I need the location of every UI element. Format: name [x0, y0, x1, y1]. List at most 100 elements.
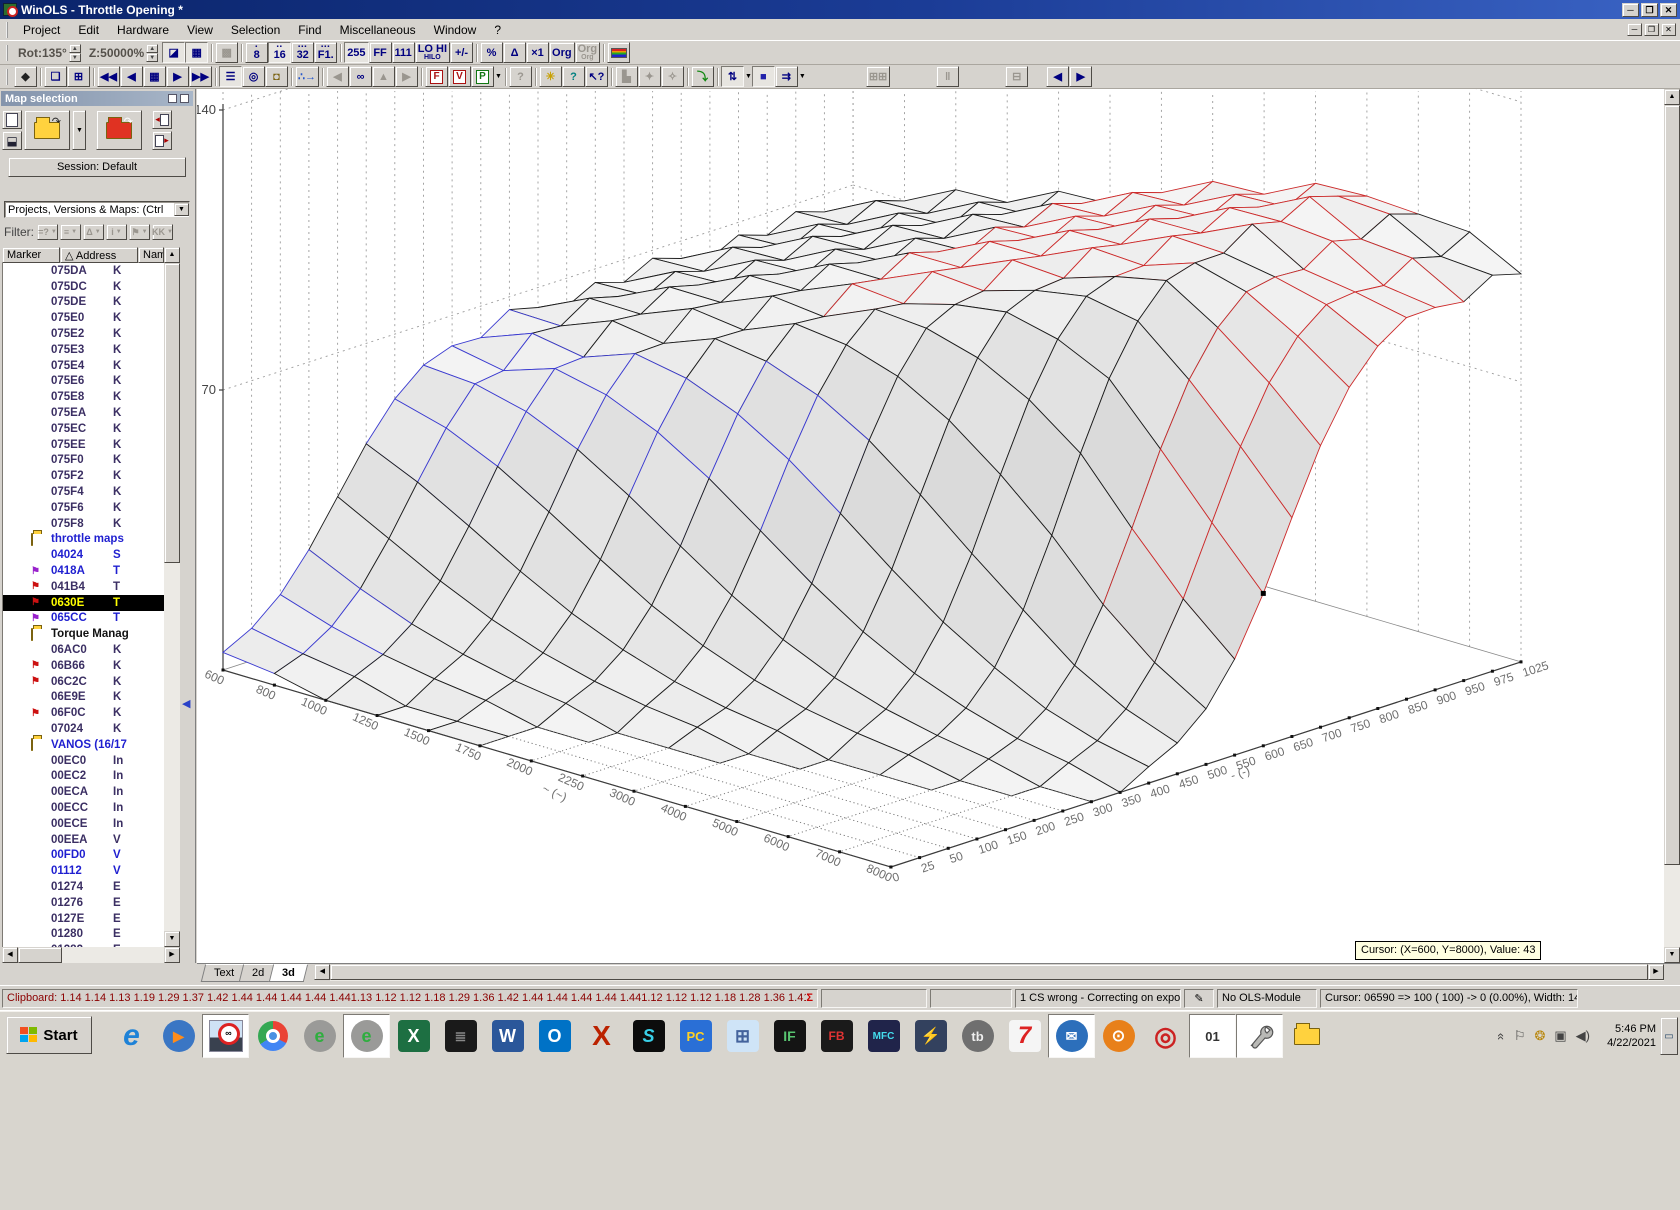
menu-find[interactable]: Find [289, 21, 330, 39]
export-file-icon[interactable]: ⤵ [691, 66, 714, 87]
map-row[interactable]: 00EC2In [3, 769, 164, 785]
map-row[interactable]: 075E0K [3, 310, 164, 326]
pack-project-icon[interactable]: ◘ [265, 66, 288, 87]
map-wizard-icon[interactable]: ✦ [638, 66, 661, 87]
taskbar-pc-icon[interactable]: PC [672, 1014, 719, 1058]
map-row[interactable]: 06E9EK [3, 690, 164, 706]
plot-scroll-thumb[interactable] [1664, 105, 1680, 865]
taskbar-flash-chip-icon[interactable]: FB [813, 1014, 860, 1058]
menu-miscellaneous[interactable]: Miscellaneous [331, 21, 425, 39]
taskbar-explorer-icon[interactable] [1283, 1014, 1330, 1058]
map-row[interactable]: 075DEK [3, 295, 164, 311]
taskbar-car-tuning-icon[interactable]: ⚡ [907, 1014, 954, 1058]
taskbar-tb-icon[interactable]: tb [954, 1014, 1001, 1058]
taskbar-calculator-icon[interactable]: ⊞ [719, 1014, 766, 1058]
map-row[interactable]: 075F2K [3, 468, 164, 484]
map-compare-icon[interactable]: ✧ [661, 66, 684, 87]
menu-selection[interactable]: Selection [222, 21, 289, 39]
taskbar-tuner-b-icon[interactable]: e [343, 1014, 390, 1058]
last-map-icon[interactable]: ▶▶ [189, 66, 212, 87]
tab-3d[interactable]: 3d [269, 964, 308, 982]
plot-horizontal-scrollbar[interactable]: ▶ [330, 964, 1664, 981]
map-row[interactable]: 04024S [3, 547, 164, 563]
map-row[interactable]: 075E4K [3, 358, 164, 374]
menu-view[interactable]: View [178, 21, 222, 39]
window-tile-icon[interactable]: ⊞ [67, 66, 90, 87]
map-row[interactable]: 06AC0K [3, 642, 164, 658]
map-row[interactable]: 075F6K [3, 500, 164, 516]
menu-window[interactable]: Window [425, 21, 486, 39]
chevron-down-icon[interactable]: ▼ [174, 203, 189, 216]
taskbar-signature-icon[interactable]: S [625, 1014, 672, 1058]
version-out-button[interactable]: ▸ [152, 131, 172, 150]
map-row[interactable]: 075E6K [3, 374, 164, 390]
map-row[interactable]: 01280E [3, 926, 164, 942]
taskbar-target-icon[interactable]: ◎ [1142, 1014, 1189, 1058]
taskbar-ie-icon[interactable]: e [108, 1014, 155, 1058]
scope-dropdown[interactable]: Projects, Versions & Maps: (Ctrl ▼ [4, 201, 190, 218]
map-row[interactable]: 075E8K [3, 389, 164, 405]
map-row[interactable]: 075F4K [3, 484, 164, 500]
map-row[interactable]: 00ECAIn [3, 784, 164, 800]
menu-[interactable]: ? [485, 21, 510, 39]
taskbar-winols-icon[interactable] [202, 1014, 249, 1058]
map-row[interactable]: ⚑06B66K [3, 658, 164, 674]
tray-volume-icon[interactable]: ◀) [1576, 1028, 1590, 1044]
display-percent-icon[interactable]: % [480, 42, 503, 63]
row-order-icon-dropdown[interactable]: ▼ [745, 73, 752, 80]
map-row[interactable]: 00EEAV [3, 832, 164, 848]
menu-hardware[interactable]: Hardware [108, 21, 178, 39]
map-overview-icon[interactable]: ▦ [143, 66, 166, 87]
map-row[interactable]: 075E3K [3, 342, 164, 358]
taskbar-mediaplayer-icon[interactable]: ▶ [155, 1014, 202, 1058]
taskbar-clock[interactable]: 5:46 PM 4/22/2021 [1607, 1017, 1656, 1055]
list-vertical-scrollbar[interactable]: ▼ [164, 263, 180, 947]
view-hexdump-icon[interactable]: F [425, 66, 448, 87]
mdi-restore-button[interactable]: ❐ [1644, 23, 1659, 36]
first-map-icon[interactable]: ◀◀ [97, 66, 120, 87]
find-next-icon[interactable]: ▶ [395, 66, 418, 87]
previous-window-icon[interactable]: ◀ [1046, 66, 1069, 87]
map-row[interactable]: ⚑0418AT [3, 563, 164, 579]
tray-network-icon[interactable]: ▣ [1554, 1028, 1566, 1044]
taskbar-seven-icon[interactable]: 7 [1001, 1014, 1048, 1058]
map-3d-view[interactable]: 7014060080010001250150017502000225030004… [197, 89, 1664, 963]
plot-hscroll-thumb[interactable] [330, 964, 1648, 980]
map-row[interactable]: 00EC0In [3, 753, 164, 769]
color-scale-icon[interactable] [607, 42, 630, 63]
display-factor-icon[interactable]: ×1 [526, 42, 549, 63]
rotation-field[interactable]: Rot:135° ▲▼ [16, 43, 83, 63]
preview-window-icon[interactable]: ◎ [242, 66, 265, 87]
matrix-view-icon[interactable]: ▩ [215, 42, 238, 63]
plot-scroll-up-icon[interactable]: ▲ [1664, 89, 1680, 105]
view-2d-grid-icon[interactable]: ▦ [185, 42, 208, 63]
close-button[interactable]: ✕ [1660, 3, 1677, 17]
column-header-marker[interactable]: Marker [2, 247, 60, 263]
taskbar-chip-icon[interactable]: ≣ [437, 1014, 484, 1058]
map-row[interactable]: 075EAK [3, 405, 164, 421]
filter-equals-icon[interactable]: =?▼ [37, 224, 58, 240]
map-row[interactable]: ⚑065CCT [3, 611, 164, 627]
open-project-dropdown[interactable]: ▼ [72, 110, 86, 150]
map-row[interactable]: 07024K [3, 721, 164, 737]
tab-scroll-right-icon[interactable]: ▶ [1648, 964, 1664, 980]
column-header-address[interactable]: △ Address [60, 247, 138, 263]
context-help-icon[interactable]: ? [562, 66, 585, 87]
tray-expand-icon[interactable]: « [1494, 1032, 1509, 1039]
map-row[interactable]: 00ECEIn [3, 816, 164, 832]
taskbar-chrome-icon[interactable] [249, 1014, 296, 1058]
auto-search-icon[interactable]: ✳ [539, 66, 562, 87]
whats-this-icon[interactable]: ↖? [585, 66, 608, 87]
window-cascade-icon[interactable]: ❏ [44, 66, 67, 87]
map-folder-row[interactable]: Torque Manag [3, 626, 164, 642]
session-button[interactable]: Session: Default [8, 157, 186, 177]
display-decimal-icon[interactable]: 255 [344, 42, 368, 63]
bits-float-icon[interactable]: ▪▪▪F1. [314, 42, 337, 63]
open-project-button[interactable]: ↷ [24, 110, 70, 150]
pane-pause-icon[interactable]: ‖ [936, 66, 959, 87]
new-map-button[interactable] [2, 110, 22, 129]
taskbar-thunderbird-icon[interactable]: ✉ [1048, 1014, 1095, 1058]
panel-close-icon[interactable] [180, 94, 189, 103]
next-map-icon[interactable]: ▶ [166, 66, 189, 87]
column-order-icon-dropdown[interactable]: ▼ [799, 73, 806, 80]
